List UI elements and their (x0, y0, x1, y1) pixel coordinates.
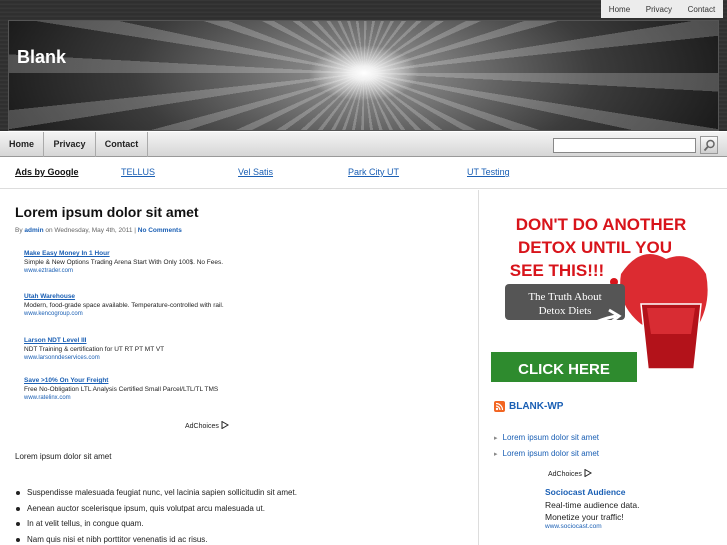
top-link-privacy[interactable]: Privacy (646, 5, 672, 14)
top-link-contact[interactable]: Contact (688, 5, 716, 14)
ad-link-park-city[interactable]: Park City UT (348, 167, 399, 177)
nav-home[interactable]: Home (0, 132, 44, 157)
content-area: Ads by Google TELLUS Vel Satis Park City… (0, 157, 727, 545)
main-column: Lorem ipsum dolor sit amet By admin on W… (0, 190, 475, 545)
list-item: In at velit tellus, in congue quam. (15, 519, 297, 535)
sidebar-text-ad[interactable]: Sociocast Audience Real-time audience da… (545, 487, 715, 530)
banner-headline-2: DETOX UNTIL YOU (518, 238, 672, 257)
ads-by-google-label[interactable]: Ads by Google (15, 167, 79, 177)
banner-graphic: DON'T DO ANOTHER DETOX UNTIL YOU SEE THI… (491, 204, 712, 389)
text-ad-desc: Simple & New Options Trading Arena Start… (24, 259, 224, 266)
list-item: Aenean auctor scelerisque ipsum, quis vo… (15, 504, 297, 520)
sidebar-adchoices-badge[interactable]: AdChoices (548, 468, 592, 478)
detox-banner-ad[interactable]: DON'T DO ANOTHER DETOX UNTIL YOU SEE THI… (491, 204, 712, 389)
post-bullet-list: Suspendisse malesuada feugiat nunc, vel … (15, 488, 297, 545)
text-ad[interactable]: Make Easy Money In 1 Hour Simple & New O… (24, 250, 244, 274)
text-ad-url[interactable]: www.kencogroup.com (24, 311, 244, 317)
search-icon (703, 139, 715, 151)
text-ad-title[interactable]: Larson NDT Level III (24, 337, 244, 344)
text-ad-url[interactable]: www.eztrader.com (24, 268, 244, 274)
banner-headline-3: SEE THIS!!! (510, 261, 604, 280)
nav-privacy[interactable]: Privacy (44, 132, 96, 157)
top-link-home[interactable]: Home (609, 5, 630, 14)
site-title[interactable]: Blank (17, 47, 66, 68)
list-item: Suspendisse malesuada feugiat nunc, vel … (15, 488, 297, 504)
text-ad[interactable]: Larson NDT Level III NDT Training & cert… (24, 337, 244, 361)
feed-header[interactable]: BLANK-WP (494, 401, 563, 412)
adchoices-icon (221, 420, 229, 430)
text-ad-url[interactable]: www.larsonndeservices.com (24, 355, 244, 361)
text-ad[interactable]: Save >10% On Your Freight Free No-Obliga… (24, 377, 244, 401)
text-ad-title[interactable]: Save >10% On Your Freight (24, 377, 244, 384)
author-link[interactable]: admin (24, 227, 43, 234)
sidebar-ad-url[interactable]: www.sociocast.com (545, 523, 715, 530)
text-ad-desc: Modern, food-grade space available. Temp… (24, 302, 224, 309)
banner-headline-1: DON'T DO ANOTHER (516, 215, 687, 234)
ad-link-vel-satis[interactable]: Vel Satis (238, 167, 273, 177)
column-divider (478, 190, 479, 545)
top-links: Home Privacy Contact (601, 0, 723, 18)
nav-contact[interactable]: Contact (96, 132, 148, 157)
list-item: Nam quis nisi et nibh porttitor venenati… (15, 535, 297, 545)
rss-icon (494, 401, 505, 412)
text-ad[interactable]: Utah Warehouse Modern, food-grade space … (24, 293, 244, 317)
text-ad-desc: Free No-Obligation LTL Analysis Certifie… (24, 386, 219, 393)
adchoices-badge[interactable]: AdChoices (185, 420, 229, 430)
ads-link-bar: Ads by Google TELLUS Vel Satis Park City… (0, 157, 727, 189)
banner-sub-1: The Truth About (528, 291, 601, 303)
adchoices-label: AdChoices (185, 423, 219, 430)
comments-link[interactable]: No Comments (138, 227, 182, 234)
banner-cta: CLICK HERE (518, 361, 610, 378)
banner-sub-2: Detox Diets (539, 305, 592, 317)
post-paragraph: Lorem ipsum dolor sit amet (15, 452, 112, 461)
text-ad-title[interactable]: Utah Warehouse (24, 293, 244, 300)
search-input[interactable] (553, 138, 696, 153)
sidebar-item[interactable]: Lorem ipsum dolor sit amet (494, 433, 599, 442)
adchoices-icon (584, 468, 592, 478)
adchoices-label: AdChoices (548, 471, 582, 478)
post-meta: By admin on Wednesday, May 4th, 2011 | N… (15, 227, 182, 234)
feed-title[interactable]: BLANK-WP (509, 401, 563, 412)
sidebar-item[interactable]: Lorem ipsum dolor sit amet (494, 449, 599, 458)
ad-link-ut-testing[interactable]: UT Testing (467, 167, 510, 177)
sidebar-ad-title[interactable]: Sociocast Audience (545, 487, 715, 497)
text-ad-desc: NDT Training & certification for UT RT P… (24, 346, 165, 353)
ad-link-tellus[interactable]: TELLUS (121, 167, 155, 177)
post-title[interactable]: Lorem ipsum dolor sit amet (15, 204, 199, 220)
sidebar-ad-line: Monetize your traffic! (545, 512, 624, 522)
post-date: on Wednesday, May 4th, 2011 | (45, 227, 136, 234)
search-button[interactable] (700, 136, 718, 154)
meta-prefix: By (15, 227, 23, 234)
text-ad-title[interactable]: Make Easy Money In 1 Hour (24, 250, 244, 257)
sidebar-ad-line: Real-time audience data. (545, 500, 640, 510)
main-nav: Home Privacy Contact (0, 131, 727, 157)
text-ad-url[interactable]: www.ratelinx.com (24, 395, 244, 401)
header-banner: Blank (8, 20, 719, 131)
